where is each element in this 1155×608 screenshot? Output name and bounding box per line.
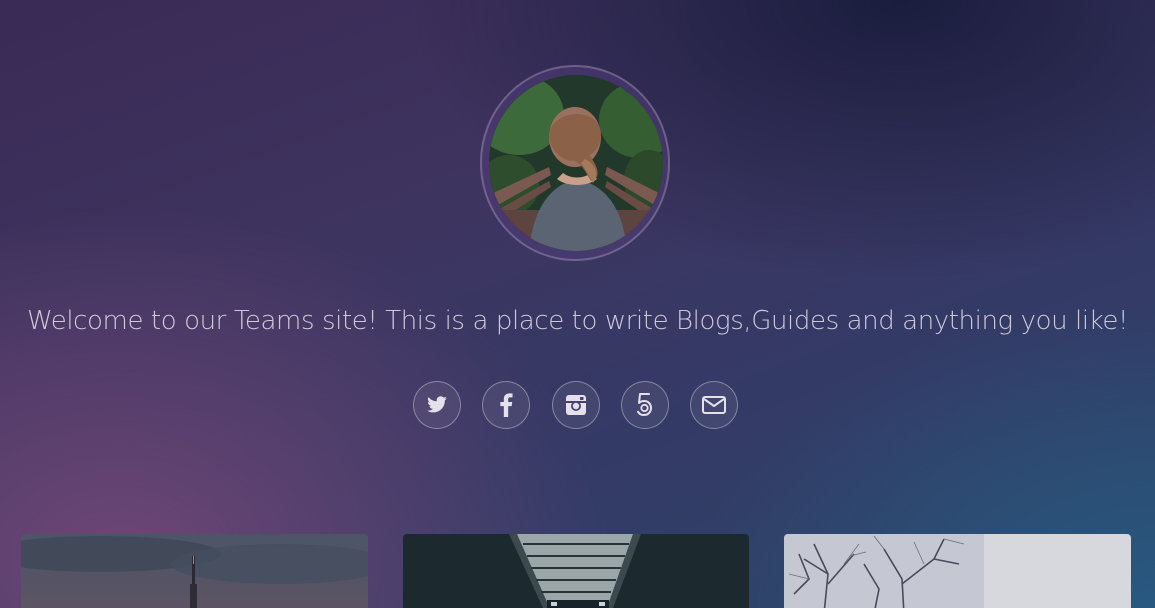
card-image-city (21, 534, 368, 608)
welcome-message: Welcome to our Teams site! This is a pla… (26, 306, 1129, 336)
facebook-button[interactable] (482, 381, 530, 429)
facebook-icon (500, 393, 513, 417)
avatar-photo (489, 75, 663, 251)
hero-section: Welcome to our Teams site! This is a pla… (0, 0, 1155, 520)
instagram-button[interactable] (552, 381, 600, 429)
twitter-button[interactable] (413, 381, 461, 429)
card-image-snow (784, 534, 1131, 608)
mail-icon (702, 396, 726, 414)
post-card-2[interactable] (403, 534, 749, 608)
avatar (489, 75, 663, 251)
email-button[interactable] (690, 381, 738, 429)
social-links (0, 381, 1155, 431)
post-card-3[interactable] (784, 534, 1131, 608)
avatar-ring (480, 65, 670, 261)
500px-button[interactable] (621, 381, 669, 429)
post-card-1[interactable] (21, 534, 368, 608)
instagram-icon (566, 395, 586, 415)
500px-icon (637, 393, 652, 416)
twitter-icon (427, 396, 447, 413)
post-cards (0, 534, 1155, 608)
card-image-station (403, 534, 749, 608)
